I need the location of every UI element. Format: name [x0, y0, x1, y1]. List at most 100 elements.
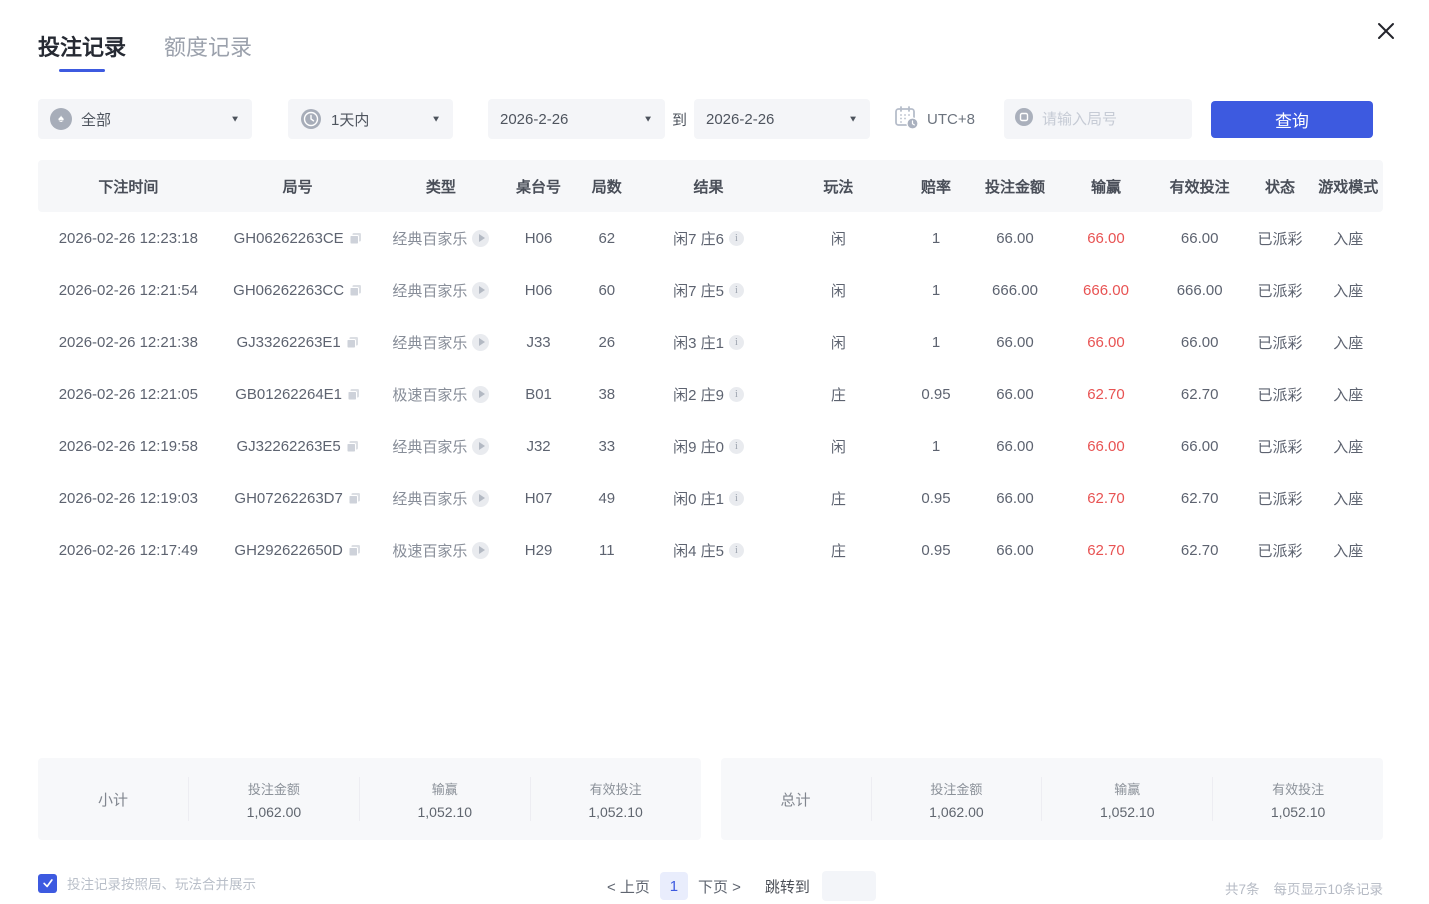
play-icon[interactable] — [472, 438, 489, 455]
clock-icon — [300, 108, 322, 130]
table-row: 2026-02-26 12:21:05 GB01262264E1 极速百家乐 B… — [38, 368, 1383, 420]
cell-table-no: H06 — [505, 282, 572, 299]
info-icon[interactable]: i — [729, 231, 744, 246]
play-icon[interactable] — [472, 490, 489, 507]
cell-round-no: 49 — [572, 490, 642, 507]
cell-status: 已派彩 — [1247, 332, 1314, 353]
total-bet-amount-label: 投注金额 — [872, 779, 1042, 798]
copy-icon[interactable] — [348, 492, 361, 505]
subtotal-valid-bet-label: 有效投注 — [531, 779, 701, 798]
bet-records-table: 下注时间局号类型桌台号局数结果玩法赔率投注金额输赢有效投注状态游戏模式 2026… — [38, 160, 1383, 576]
bet-records-dialog: 投注记录 额度记录 ♠ 全部 ▼ 1天内 ▼ — [0, 0, 1429, 904]
copy-icon[interactable] — [347, 388, 360, 401]
cell-game-type: 经典百家乐 — [377, 228, 505, 249]
cell-game-type: 经典百家乐 — [377, 436, 505, 457]
check-icon — [42, 877, 54, 889]
cell-odds: 1 — [901, 230, 971, 247]
cell-bet-time: 2026-02-26 12:19:58 — [38, 438, 219, 455]
cell-game-mode: 入座 — [1313, 384, 1383, 405]
chevron-down-icon: ▼ — [431, 114, 441, 123]
tab-bet-records[interactable]: 投注记录 — [38, 30, 126, 78]
chevron-down-icon: ▼ — [643, 114, 653, 123]
play-icon[interactable] — [472, 282, 489, 299]
info-icon[interactable]: i — [729, 491, 744, 506]
round-id-input[interactable] — [1042, 111, 1182, 128]
merge-checkbox[interactable] — [38, 874, 57, 893]
cell-bet-time: 2026-02-26 12:21:05 — [38, 386, 219, 403]
cell-table-no: H29 — [505, 542, 572, 559]
total-win-loss-label: 输赢 — [1042, 779, 1212, 798]
info-icon[interactable]: i — [729, 543, 744, 558]
table-header-row: 下注时间局号类型桌台号局数结果玩法赔率投注金额输赢有效投注状态游戏模式 — [38, 160, 1383, 212]
column-header: 结果 — [642, 176, 776, 197]
cell-status: 已派彩 — [1247, 436, 1314, 457]
game-type-select[interactable]: ♠ 全部 ▼ — [38, 99, 252, 139]
time-range-select[interactable]: 1天内 ▼ — [288, 99, 453, 139]
time-range-value: 1天内 — [331, 109, 369, 130]
current-page-indicator[interactable]: 1 — [660, 872, 688, 900]
record-icon — [1014, 107, 1034, 132]
date-from-picker[interactable]: 2026-2-26 ▼ — [488, 99, 665, 139]
info-icon[interactable]: i — [729, 387, 744, 402]
column-header: 类型 — [377, 176, 505, 197]
info-icon[interactable]: i — [729, 439, 744, 454]
cell-status: 已派彩 — [1247, 540, 1314, 561]
cell-game-mode: 入座 — [1313, 228, 1383, 249]
cell-play: 闲 — [775, 280, 901, 301]
cell-valid-bet: 62.70 — [1153, 386, 1247, 403]
copy-icon[interactable] — [349, 284, 362, 297]
cell-game-mode: 入座 — [1313, 332, 1383, 353]
cell-status: 已派彩 — [1247, 228, 1314, 249]
timezone-value: UTC+8 — [927, 111, 975, 128]
cell-round-no: 26 — [572, 334, 642, 351]
cell-round-no: 60 — [572, 282, 642, 299]
cell-play: 庄 — [775, 488, 901, 509]
date-to-value: 2026-2-26 — [706, 111, 774, 128]
subtotal-bet-amount: 投注金额 1,062.00 — [188, 777, 359, 821]
cell-odds: 0.95 — [901, 386, 971, 403]
play-icon[interactable] — [472, 334, 489, 351]
total-block: 总计 投注金额 1,062.00 输赢 1,052.10 有效投注 1,052.… — [721, 758, 1384, 840]
cell-valid-bet: 62.70 — [1153, 542, 1247, 559]
date-to-picker[interactable]: 2026-2-26 ▼ — [694, 99, 870, 139]
copy-icon[interactable] — [346, 336, 359, 349]
play-icon[interactable] — [472, 542, 489, 559]
copy-icon[interactable] — [348, 544, 361, 557]
cell-result: 闲9 庄0 i — [642, 436, 776, 457]
active-tab-indicator — [59, 69, 105, 72]
close-button[interactable] — [1371, 16, 1401, 46]
info-icon[interactable]: i — [729, 283, 744, 298]
cell-bet-time: 2026-02-26 12:19:03 — [38, 490, 219, 507]
column-header: 输赢 — [1059, 176, 1153, 197]
cell-bet-amount: 66.00 — [971, 386, 1059, 403]
cell-bet-time: 2026-02-26 12:23:18 — [38, 230, 219, 247]
cell-win-loss: 66.00 — [1059, 334, 1153, 351]
column-header: 局号 — [219, 176, 377, 197]
prev-page-button[interactable]: < 上页 — [607, 876, 650, 897]
cell-win-loss: 62.70 — [1059, 490, 1153, 507]
cell-win-loss: 62.70 — [1059, 386, 1153, 403]
copy-icon[interactable] — [349, 232, 362, 245]
cell-odds: 0.95 — [901, 490, 971, 507]
cell-play: 庄 — [775, 384, 901, 405]
play-icon[interactable] — [472, 386, 489, 403]
tab-credit-records[interactable]: 额度记录 — [164, 30, 252, 78]
next-page-button[interactable]: 下页 > — [698, 876, 741, 897]
total-win-loss: 输赢 1,052.10 — [1041, 777, 1212, 821]
jump-page-input[interactable] — [822, 871, 876, 901]
cell-valid-bet: 62.70 — [1153, 490, 1247, 507]
copy-icon[interactable] — [346, 440, 359, 453]
total-valid-bet: 有效投注 1,052.10 — [1212, 777, 1383, 821]
total-valid-bet-label: 有效投注 — [1213, 779, 1383, 798]
total-valid-bet-value: 1,052.10 — [1213, 804, 1383, 820]
subtotal-label: 小计 — [38, 789, 188, 810]
cell-play: 庄 — [775, 540, 901, 561]
pagination: < 上页 1 下页 > 跳转到 — [607, 871, 876, 901]
cell-result: 闲7 庄6 i — [642, 228, 776, 249]
play-icon[interactable] — [472, 230, 489, 247]
info-icon[interactable]: i — [729, 335, 744, 350]
query-button[interactable]: 查询 — [1211, 101, 1373, 138]
cell-game-type: 经典百家乐 — [377, 280, 505, 301]
round-id-search[interactable] — [1004, 99, 1192, 139]
cell-valid-bet: 66.00 — [1153, 438, 1247, 455]
